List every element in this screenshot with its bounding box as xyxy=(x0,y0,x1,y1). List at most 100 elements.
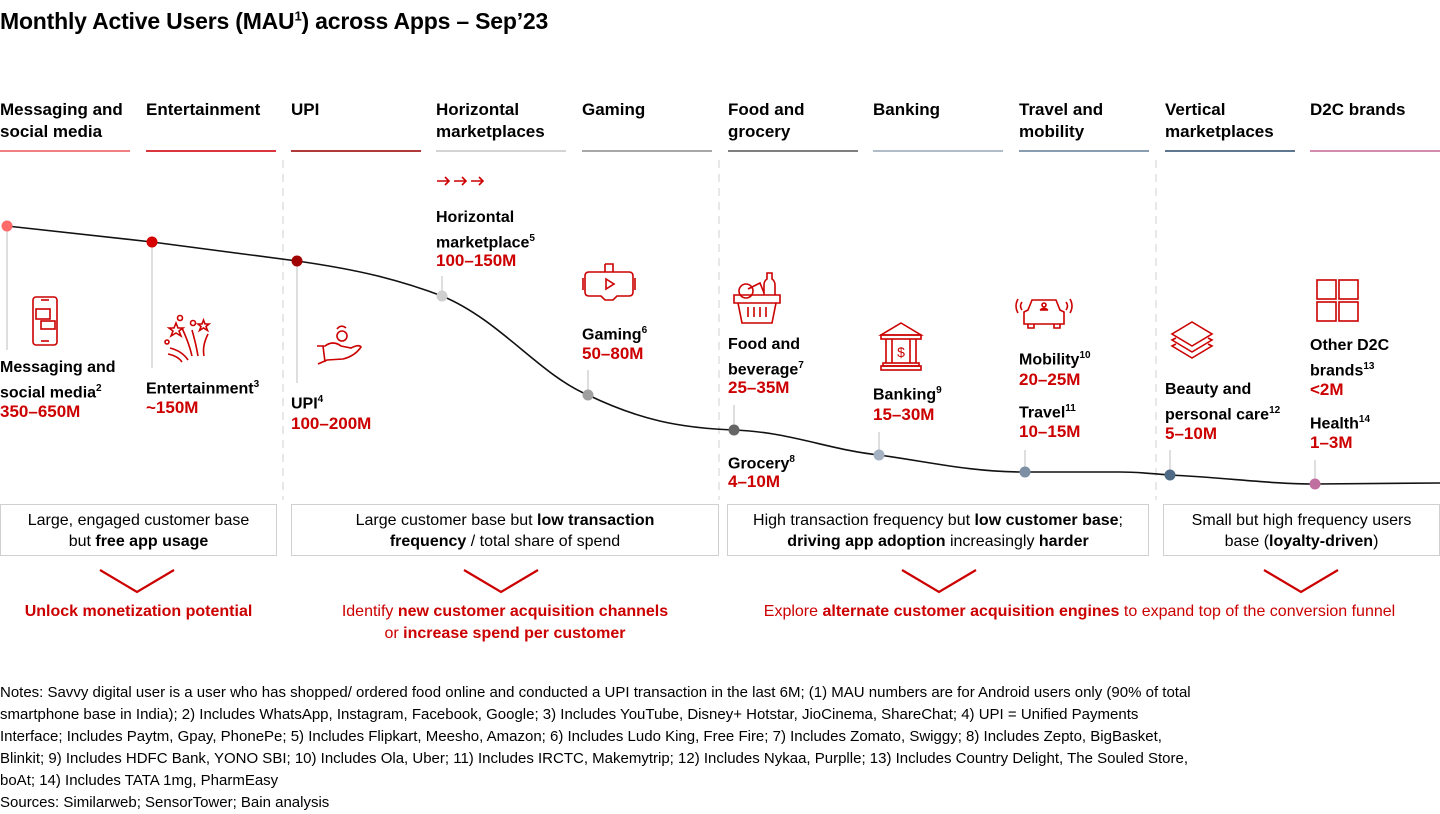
grid-icon xyxy=(1316,279,1359,322)
label-text: Grocery xyxy=(728,455,790,473)
text: / total share of spend xyxy=(466,533,621,550)
value-d2c: <2M xyxy=(1310,380,1344,399)
label-travel: Travel11 xyxy=(1019,398,1076,423)
label-horizontal: Horizontal marketplace5 xyxy=(436,207,535,253)
emphasis-text: alternate customer acquisition engines xyxy=(822,603,1120,620)
data-point-travel xyxy=(1019,466,1031,478)
data-point-food-and-beverage xyxy=(728,424,740,436)
value-mobility: 20–25M xyxy=(1019,370,1081,389)
footnote-marker: 11 xyxy=(1065,403,1076,414)
label-text: Banking xyxy=(873,386,937,404)
emphasis-text: increase spend per customer xyxy=(403,625,626,642)
insight-box: High transaction frequency but low custo… xyxy=(727,504,1149,556)
note-line: Interface; Includes Paytm, Gpay, PhonePe… xyxy=(0,728,1162,745)
chevron-down-icon xyxy=(901,569,977,594)
emphasis-text: low customer base xyxy=(974,512,1119,529)
label-text: Food and xyxy=(728,336,800,353)
emphasis-text: low transaction xyxy=(537,512,655,529)
chevron-down-icon xyxy=(99,569,175,594)
label-text: beverage xyxy=(728,361,799,379)
text: Explore xyxy=(763,603,823,620)
value-health: 1–3M xyxy=(1310,433,1353,452)
value-entertainment: ~150M xyxy=(146,398,199,417)
text: to expand top of the conversion funnel xyxy=(1119,603,1396,620)
bank-icon: $ xyxy=(878,322,924,371)
label-text: brands xyxy=(1310,362,1364,380)
section-dividers xyxy=(282,160,1157,500)
car-icon xyxy=(1015,298,1073,329)
footnotes: Notes: Savvy digital user is a user who … xyxy=(0,682,1440,814)
chevron-down-icon xyxy=(1263,569,1339,594)
footnote-marker: 10 xyxy=(1079,350,1091,361)
label-beauty: Beauty and personal care12 xyxy=(1165,379,1280,425)
label-banking: Banking9 xyxy=(873,380,942,405)
text: Small but high frequency users xyxy=(1191,512,1412,529)
value-grocery: 4–10M xyxy=(728,472,780,491)
label-d2c: Other D2C brands13 xyxy=(1310,335,1389,381)
text: base ( xyxy=(1224,533,1270,550)
label-entertainment: Entertainment3 xyxy=(146,374,259,399)
footnote-marker: 5 xyxy=(529,233,535,244)
label-food: Food and beverage7 xyxy=(728,334,804,380)
emphasis-text: harder xyxy=(1038,533,1089,550)
emphasis-text: loyalty-driven xyxy=(1269,533,1374,550)
vr-headset-icon xyxy=(582,263,636,301)
label-text: personal care xyxy=(1165,406,1270,424)
smartphone-chat-icon xyxy=(32,296,58,346)
action-text: Unlock monetization potential xyxy=(0,601,277,623)
chevron-down-icon xyxy=(463,569,539,594)
text: High transaction frequency but xyxy=(753,512,975,529)
emphasis-text: Unlock monetization potential xyxy=(24,603,253,620)
insight-box: Small but high frequency users base (loya… xyxy=(1163,504,1440,556)
footnote-marker: 7 xyxy=(798,360,804,371)
label-text: UPI xyxy=(291,395,318,413)
dotted-arrows-icon xyxy=(437,176,485,186)
label-messaging: Messaging and social media2 xyxy=(0,357,116,403)
label-text: social media xyxy=(0,384,97,402)
value-food: 25–35M xyxy=(728,378,790,397)
value-beauty: 5–10M xyxy=(1165,424,1217,443)
insight-box: Large, engaged customer base but free app… xyxy=(0,504,277,556)
footnote-marker: 12 xyxy=(1269,405,1281,416)
label-mobility: Mobility10 xyxy=(1019,345,1091,370)
value-travel: 10–15M xyxy=(1019,422,1081,441)
data-point-messaging-and-social-media xyxy=(1,220,13,232)
label-text: Beauty and xyxy=(1165,381,1252,398)
label-gaming: Gaming6 xyxy=(582,320,647,345)
emphasis-text: new customer acquisition channels xyxy=(397,603,669,620)
hand-coin-icon xyxy=(317,325,362,365)
note-line: Notes: Savvy digital user is a user who … xyxy=(0,684,1191,701)
label-upi: UPI4 xyxy=(291,389,323,414)
label-health: Health14 xyxy=(1310,409,1370,434)
label-text: marketplace xyxy=(436,234,530,252)
footnote-marker: 13 xyxy=(1363,361,1375,372)
value-upi: 100–200M xyxy=(291,414,372,433)
value-messaging: 350–650M xyxy=(0,402,81,421)
text: Identify xyxy=(341,603,398,620)
emphasis-text: driving app adoption xyxy=(787,533,946,550)
value-banking: 15–30M xyxy=(873,405,935,424)
label-text: Gaming xyxy=(582,326,642,344)
action-text: Identify new customer acquisition channe… xyxy=(291,601,719,645)
text: increasingly xyxy=(945,533,1039,550)
data-point-health xyxy=(1309,478,1321,490)
footnote-marker: 4 xyxy=(317,394,324,405)
note-line: boAt; 14) Includes TATA 1mg, PharmEasy xyxy=(0,772,279,789)
mau-curve-line xyxy=(6,225,1440,485)
label-text: Horizontal xyxy=(436,209,515,226)
action-text: Explore alternate customer acquisition e… xyxy=(719,601,1440,623)
text: ) xyxy=(1373,533,1379,550)
footnote-marker: 6 xyxy=(641,325,648,336)
data-point-beauty-and-personal-care xyxy=(1164,469,1176,481)
note-line: Sources: Similarweb; SensorTower; Bain a… xyxy=(0,794,330,811)
footnote-marker: 14 xyxy=(1358,414,1371,425)
label-text: Mobility xyxy=(1019,351,1080,369)
layers-icon xyxy=(1170,321,1214,359)
label-text: Travel xyxy=(1019,404,1066,422)
emphasis-text: frequency xyxy=(389,533,467,550)
label-text: Entertainment xyxy=(146,380,254,398)
footnote-marker: 3 xyxy=(253,379,260,390)
emphasis-text: free app usage xyxy=(95,533,209,550)
footnote-marker: 9 xyxy=(936,385,942,396)
value-horizontal: 100–150M xyxy=(436,251,517,270)
